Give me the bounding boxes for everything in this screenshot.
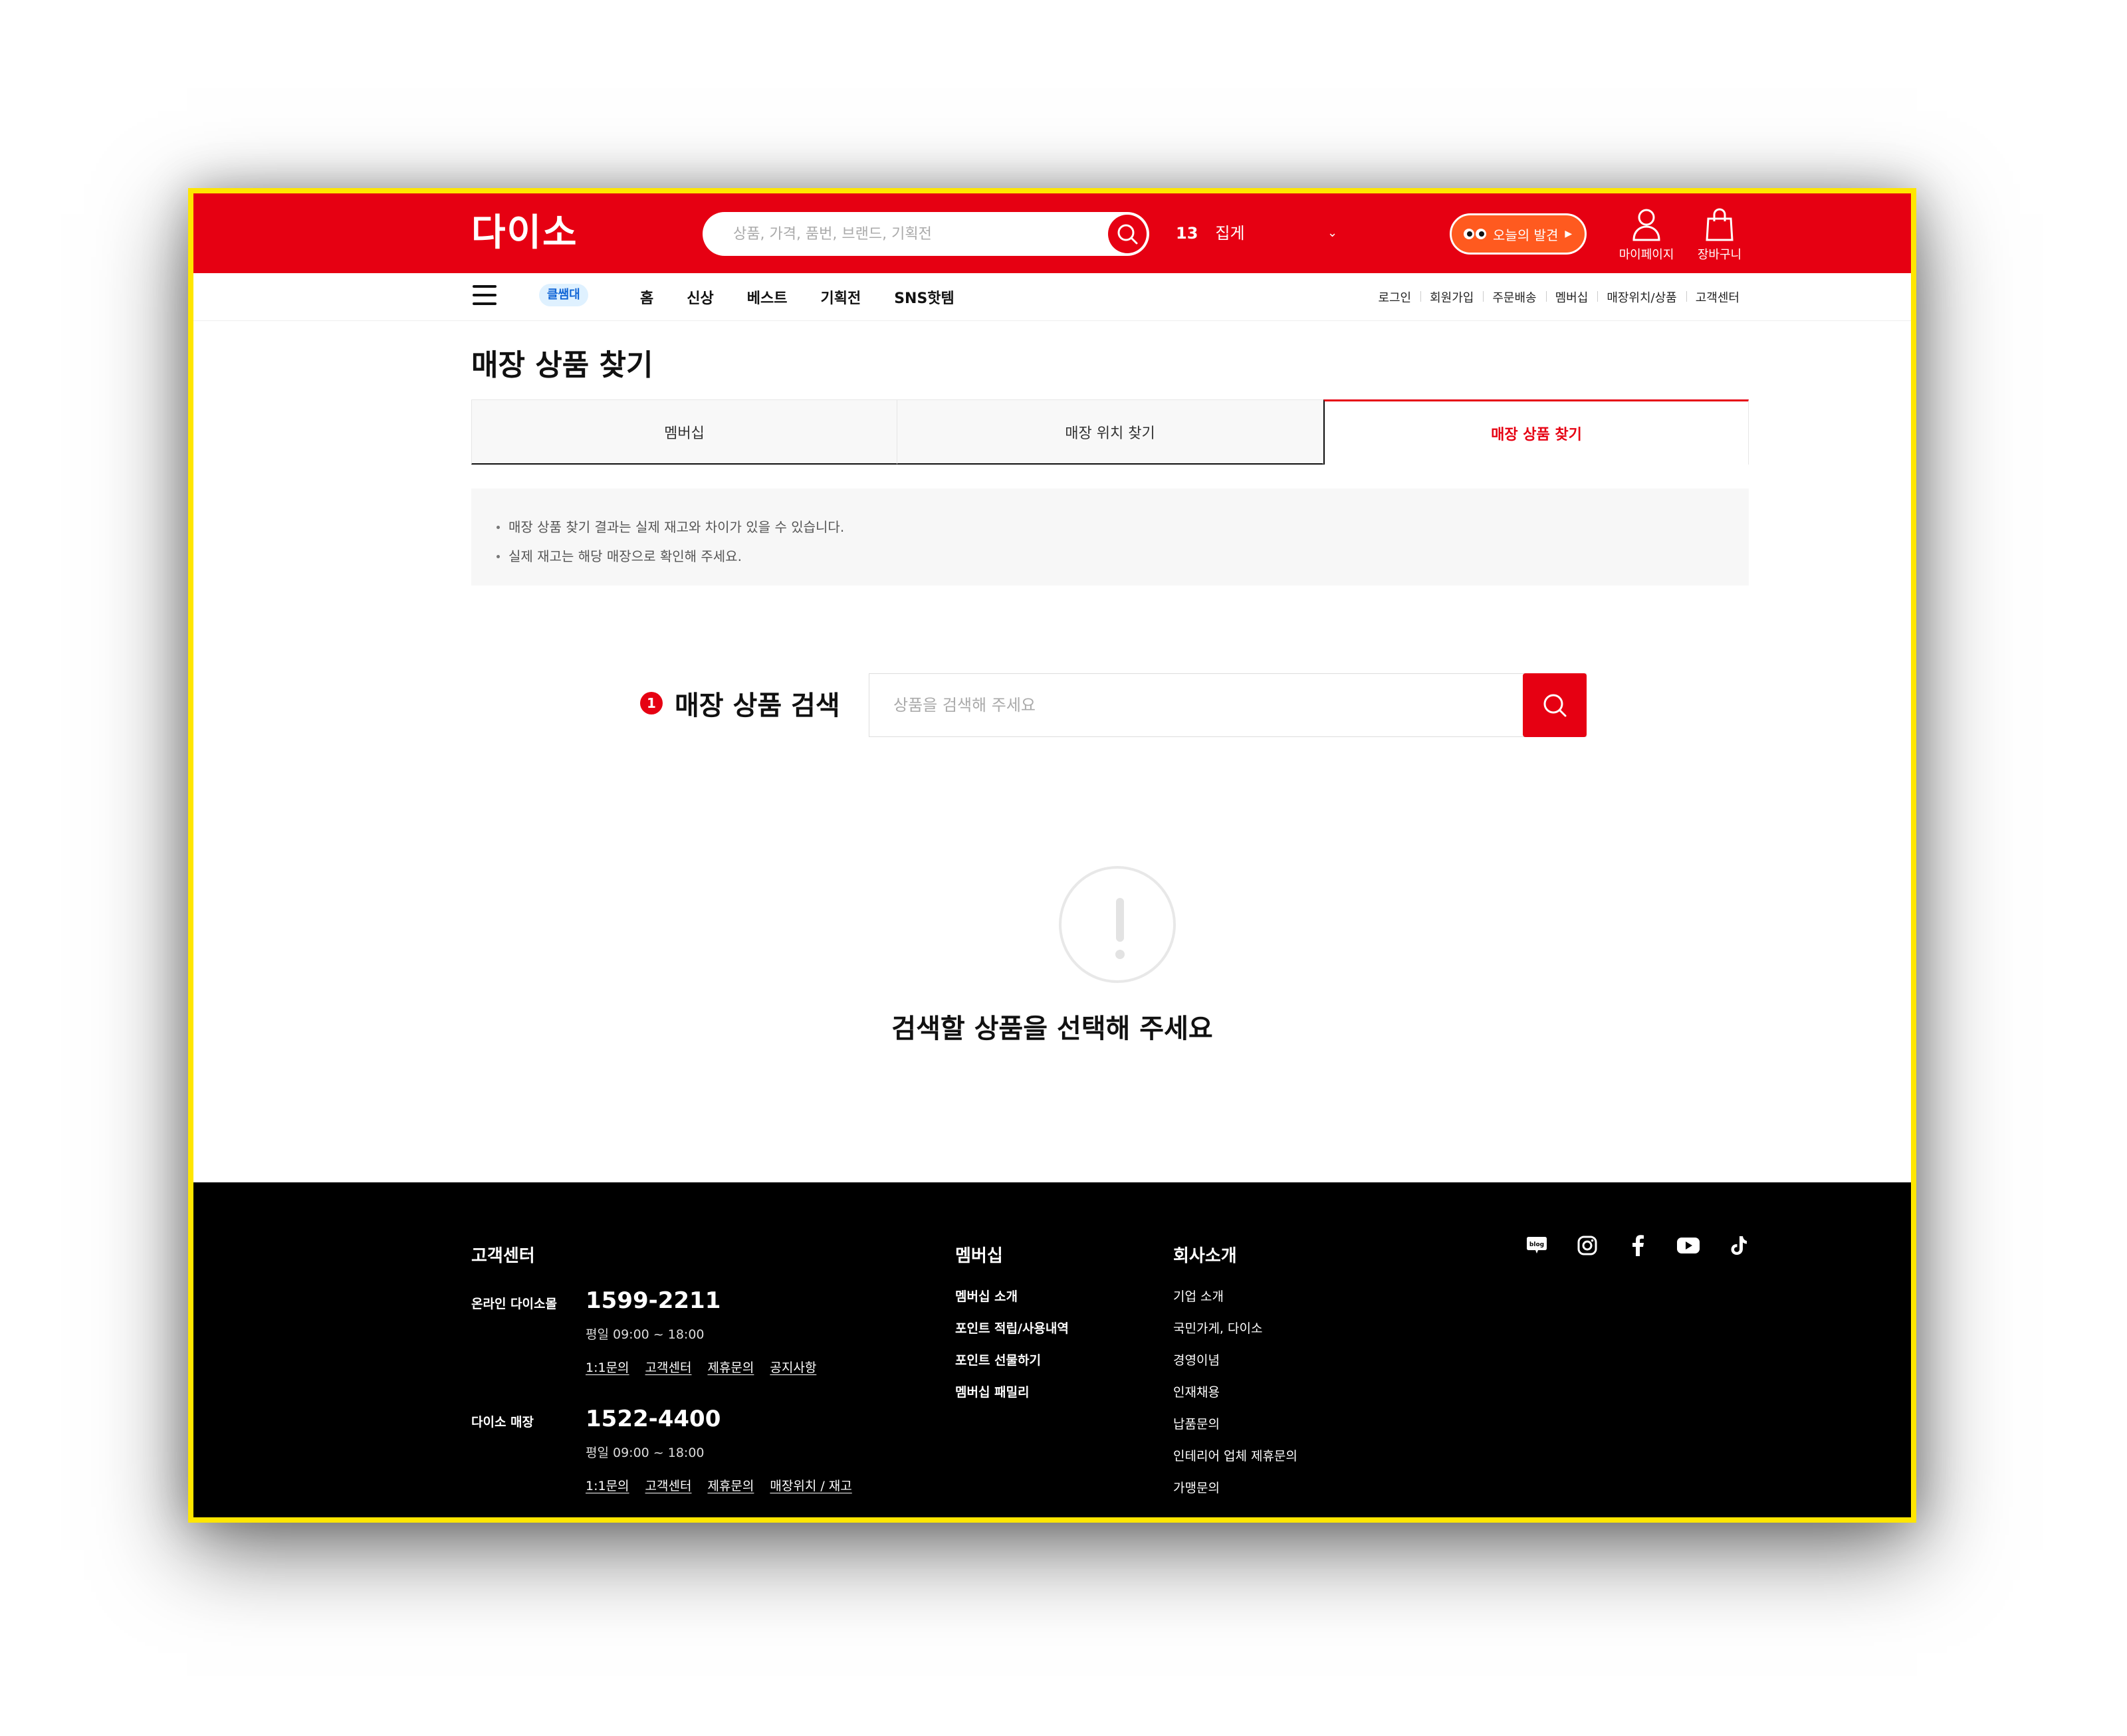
store-inquiry-link[interactable]: 1:1문의: [586, 1476, 629, 1494]
step-number-badge: 1: [640, 692, 663, 714]
online-notice-link[interactable]: 공지사항: [770, 1358, 816, 1376]
step-label: 매장 상품 검색: [675, 691, 840, 721]
footer-membership-title: 멤버십: [955, 1246, 1003, 1266]
store-hours: 평일 09:00 ~ 18:00: [586, 1446, 705, 1460]
cart-button[interactable]: 장바구니: [1686, 208, 1753, 263]
daiso-logo[interactable]: 다이소: [471, 213, 578, 253]
login-link[interactable]: 로그인: [1369, 288, 1420, 306]
recruit-link[interactable]: 인재채용: [1173, 1383, 1297, 1402]
membership-intro-link[interactable]: 멤버십 소개: [955, 1287, 1069, 1306]
store-stock-link[interactable]: 매장위치 / 재고: [770, 1476, 851, 1494]
footer: 고객센터 온라인 다이소몰 1599-2211 평일 09:00 ~ 18:00…: [193, 1182, 1911, 1517]
store-label: 다이소 매장: [471, 1415, 534, 1430]
promo-label: 오늘의 발견: [1493, 227, 1559, 243]
eyes-icon: [1464, 229, 1486, 239]
facebook-icon[interactable]: [1626, 1234, 1649, 1257]
store-links: 1:1문의 고객센터 제휴문의 매장위치 / 재고: [586, 1476, 852, 1494]
points-history-link[interactable]: 포인트 적립/사용내역: [955, 1319, 1069, 1338]
product-search-button[interactable]: [1523, 673, 1587, 737]
search-icon: [1117, 224, 1138, 245]
points-gift-link[interactable]: 포인트 선물하기: [955, 1351, 1069, 1370]
nav-item-exhibition[interactable]: 기획전: [820, 286, 861, 308]
company-intro-link[interactable]: 기업 소개: [1173, 1287, 1297, 1306]
footer-cs-title: 고객센터: [471, 1246, 535, 1266]
online-hours: 평일 09:00 ~ 18:00: [586, 1327, 705, 1342]
exclamation-icon: [1059, 866, 1176, 983]
popular-rank: 13: [1176, 224, 1198, 243]
online-mall-label: 온라인 다이소몰: [471, 1297, 557, 1311]
main-nav: 클쌤대 홈 신상 베스트 기획전 SNS핫템 로그인 회원가입 주문배송 멤버십…: [193, 273, 1911, 321]
search-icon: [1543, 694, 1567, 717]
customer-center-link[interactable]: 고객센터: [1686, 288, 1749, 306]
membership-family-link[interactable]: 멤버십 패밀리: [955, 1383, 1069, 1402]
global-search-input[interactable]: [733, 212, 1092, 256]
chevron-down-icon[interactable]: ⌄: [1327, 221, 1337, 245]
global-search-button[interactable]: [1108, 215, 1147, 253]
global-search: [703, 212, 1149, 256]
store-phone: 1522-4400: [586, 1406, 721, 1432]
blog-text: blog: [1529, 1242, 1544, 1248]
category-menu: 홈 신상 베스트 기획전 SNS핫템: [640, 273, 988, 321]
notice-item: 실제 재고는 해당 매장으로 확인해 주세요.: [497, 542, 1724, 571]
store-tabs: 멤버십 매장 위치 찾기 매장 상품 찾기: [471, 399, 1749, 465]
cart-label: 장바구니: [1697, 248, 1742, 262]
footer-membership-list: 멤버십 소개 포인트 적립/사용내역 포인트 선물하기 멤버십 패밀리: [955, 1287, 1069, 1402]
nav-item-best[interactable]: 베스트: [747, 286, 788, 308]
interior-partner-link[interactable]: 인테리어 업체 제휴문의: [1173, 1447, 1297, 1465]
browser-window: 다이소 13 집게 ⌄ 오늘의 발견 ▶ 마이페이지: [188, 188, 1916, 1523]
page-title: 매장 상품 찾기: [471, 348, 653, 382]
social-links: blog: [1525, 1234, 1750, 1257]
youtube-icon[interactable]: [1677, 1234, 1700, 1257]
shopping-bag-icon: [1706, 208, 1734, 241]
tab-membership[interactable]: 멤버십: [471, 399, 897, 465]
online-phone: 1599-2211: [586, 1287, 721, 1314]
supply-inquiry-link[interactable]: 납품문의: [1173, 1415, 1297, 1434]
product-search-heading: 1 매장 상품 검색: [640, 684, 840, 722]
utility-menu: 로그인 회원가입 주문배송 멤버십 매장위치/상품 고객센터: [1369, 273, 1749, 321]
nav-item-new[interactable]: 신상: [687, 286, 713, 308]
mypage-button[interactable]: 마이페이지: [1613, 208, 1680, 263]
popular-term: 집게: [1215, 224, 1245, 243]
tab-store-location[interactable]: 매장 위치 찾기: [897, 399, 1323, 465]
membership-link[interactable]: 멤버십: [1545, 288, 1598, 306]
online-cs-link[interactable]: 고객센터: [645, 1358, 692, 1376]
store-cs-link[interactable]: 고객센터: [645, 1476, 692, 1494]
online-inquiry-link[interactable]: 1:1문의: [586, 1358, 629, 1376]
tab-store-product[interactable]: 매장 상품 찾기: [1323, 399, 1749, 465]
product-search-input[interactable]: [893, 674, 1492, 736]
store-link[interactable]: 매장위치/상품: [1597, 288, 1686, 306]
blog-icon[interactable]: blog: [1525, 1234, 1548, 1257]
product-search: [869, 673, 1587, 737]
mypage-label: 마이페이지: [1619, 248, 1674, 262]
notice-box: 매장 상품 찾기 결과는 실제 재고와 차이가 있을 수 있습니다. 실제 재고…: [471, 488, 1749, 586]
top-header: 다이소 13 집게 ⌄ 오늘의 발견 ▶ 마이페이지: [193, 193, 1911, 273]
notice-item: 매장 상품 찾기 결과는 실제 재고와 차이가 있을 수 있습니다.: [497, 512, 1724, 542]
footer-company-title: 회사소개: [1173, 1246, 1237, 1266]
menu-icon[interactable]: [473, 285, 497, 305]
store-partner-link[interactable]: 제휴문의: [707, 1476, 754, 1494]
nav-item-home[interactable]: 홈: [640, 286, 653, 308]
national-store-link[interactable]: 국민가게, 다이소: [1173, 1319, 1297, 1338]
philosophy-link[interactable]: 경영이념: [1173, 1351, 1297, 1370]
online-partner-link[interactable]: 제휴문의: [707, 1358, 754, 1376]
arrow-right-icon: ▶: [1565, 229, 1573, 239]
todays-discovery-button[interactable]: 오늘의 발견 ▶: [1450, 213, 1587, 255]
empty-state-message: 검색할 상품을 선택해 주세요: [891, 1014, 1213, 1044]
online-links: 1:1문의 고객센터 제휴문의 공지사항: [586, 1358, 816, 1376]
footer-company-list: 기업 소개 국민가게, 다이소 경영이념 인재채용 납품문의 인테리어 업체 제…: [1173, 1287, 1297, 1497]
instagram-icon[interactable]: [1576, 1234, 1599, 1257]
user-icon: [1632, 209, 1660, 241]
event-badge[interactable]: 클쌤대: [539, 284, 588, 306]
popular-search-ticker[interactable]: 13 집게: [1176, 220, 1245, 247]
signup-link[interactable]: 회원가입: [1420, 288, 1483, 306]
nav-item-sns[interactable]: SNS핫템: [894, 286, 954, 308]
franchise-link[interactable]: 가맹문의: [1173, 1479, 1297, 1497]
order-link[interactable]: 주문배송: [1483, 288, 1545, 306]
tiktok-icon[interactable]: [1728, 1234, 1750, 1257]
